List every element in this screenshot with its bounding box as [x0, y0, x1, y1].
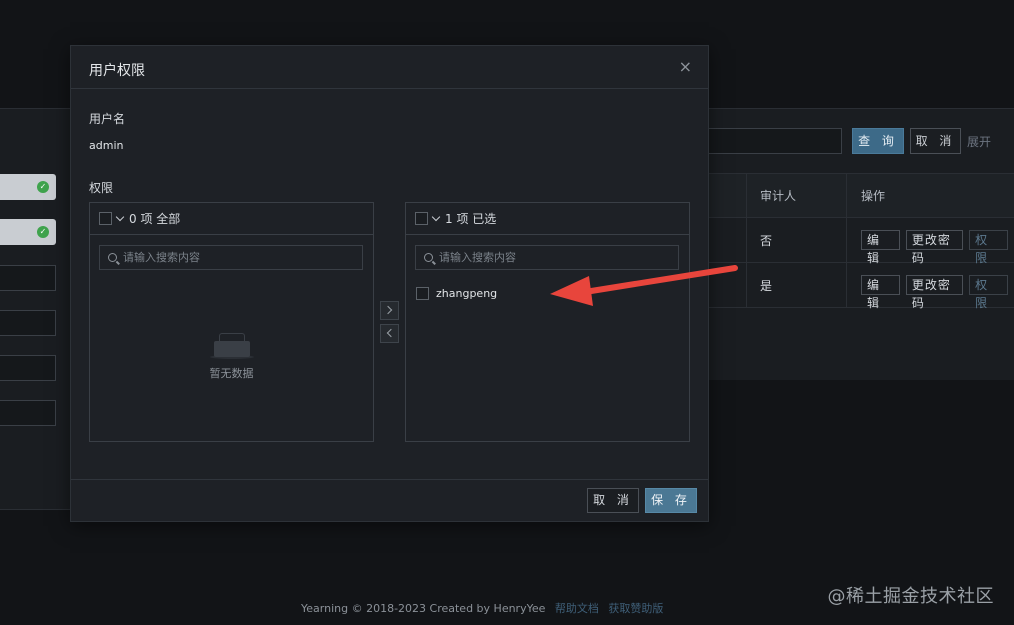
chevron-left-icon	[386, 328, 396, 338]
search-icon	[424, 253, 433, 262]
change-password-button[interactable]: 更改密码	[905, 230, 964, 265]
background-left-input[interactable]	[0, 310, 56, 336]
empty-state: 暂无数据	[90, 331, 373, 381]
column-header-auditor: 审计人	[746, 174, 846, 217]
source-list-count: 0 项 全部	[129, 212, 181, 226]
permission-button[interactable]: 权 限	[969, 275, 1008, 310]
edit-button[interactable]: 编 辑	[861, 275, 900, 310]
modal-title: 用户权限	[89, 63, 145, 79]
help-docs-link[interactable]: 帮助文档	[555, 602, 599, 615]
chevron-down-icon[interactable]	[431, 212, 441, 222]
check-circle-icon: ✓	[37, 226, 49, 238]
annotation-arrow-icon	[550, 265, 738, 306]
watermark: @稀土掘金技术社区	[827, 586, 994, 607]
chevron-right-icon	[383, 305, 393, 315]
table-header-row: 审计人 操作	[709, 173, 1014, 218]
actions-cell: 编 辑 更改密码 权 限	[846, 218, 1014, 265]
footer: Yearning © 2018-2023 Created by HenryYee…	[301, 600, 663, 616]
move-left-button[interactable]	[380, 324, 399, 343]
expand-link[interactable]: 展开	[967, 133, 991, 150]
sponsor-link[interactable]: 获取赞助版	[608, 602, 663, 615]
save-button[interactable]: 保 存	[645, 488, 697, 513]
check-circle-icon: ✓	[37, 181, 49, 193]
permission-label: 权限	[89, 181, 114, 195]
list-item-label: zhangpeng	[436, 287, 498, 300]
query-button[interactable]: 查 询	[852, 128, 904, 154]
table-row: 是 编 辑 更改密码 权 限	[709, 263, 1014, 310]
edit-button[interactable]: 编 辑	[861, 230, 900, 265]
background-search-input[interactable]	[709, 128, 842, 154]
source-search-input[interactable]	[123, 251, 343, 264]
background-left-input[interactable]	[0, 265, 56, 291]
username-value: admin	[89, 139, 124, 152]
user-table: 审计人 操作 否 编 辑 更改密码 权 限 是 编 辑 更改密码 权 限	[709, 173, 1014, 310]
permission-button[interactable]: 权 限	[969, 230, 1008, 265]
modal-footer: 取 消 保 存	[71, 479, 708, 521]
table-row: 否 编 辑 更改密码 权 限	[709, 218, 1014, 265]
source-transfer-list: 0 项 全部 暂无数据	[89, 202, 374, 442]
close-icon[interactable]: ×	[679, 57, 692, 76]
chevron-down-icon[interactable]	[115, 212, 125, 222]
auditor-cell: 是	[746, 263, 846, 307]
column-header-actions: 操作	[846, 174, 1014, 217]
empty-text: 暂无数据	[209, 367, 254, 380]
target-list-count: 1 项 已选	[445, 212, 497, 226]
cancel-button[interactable]: 取 消	[587, 488, 639, 513]
search-icon	[108, 253, 117, 262]
select-all-checkbox[interactable]	[99, 212, 112, 225]
target-list-header: 1 项 已选	[406, 203, 689, 235]
source-list-header: 0 项 全部	[90, 203, 373, 235]
background-left-pill: ✓	[0, 219, 56, 245]
list-item[interactable]: zhangpeng	[416, 287, 497, 300]
modal-header: 用户权限 ×	[71, 46, 708, 89]
footer-copyright: Yearning © 2018-2023 Created by HenryYee	[301, 602, 546, 615]
background-left-pill: ✓	[0, 174, 56, 200]
change-password-button[interactable]: 更改密码	[905, 275, 964, 310]
background-left-input[interactable]	[0, 355, 56, 381]
auditor-cell: 否	[746, 218, 846, 262]
target-transfer-list: 1 项 已选 zhangpeng	[405, 202, 690, 442]
move-right-button[interactable]	[380, 301, 399, 320]
item-checkbox[interactable]	[416, 287, 429, 300]
background-left-input[interactable]	[0, 400, 56, 426]
select-all-checkbox[interactable]	[415, 212, 428, 225]
username-label: 用户名	[89, 112, 126, 126]
source-search-box[interactable]	[99, 245, 363, 270]
background-cancel-button[interactable]: 取 消	[910, 128, 961, 154]
actions-cell: 编 辑 更改密码 权 限	[846, 263, 1014, 310]
empty-box-icon	[209, 331, 254, 359]
